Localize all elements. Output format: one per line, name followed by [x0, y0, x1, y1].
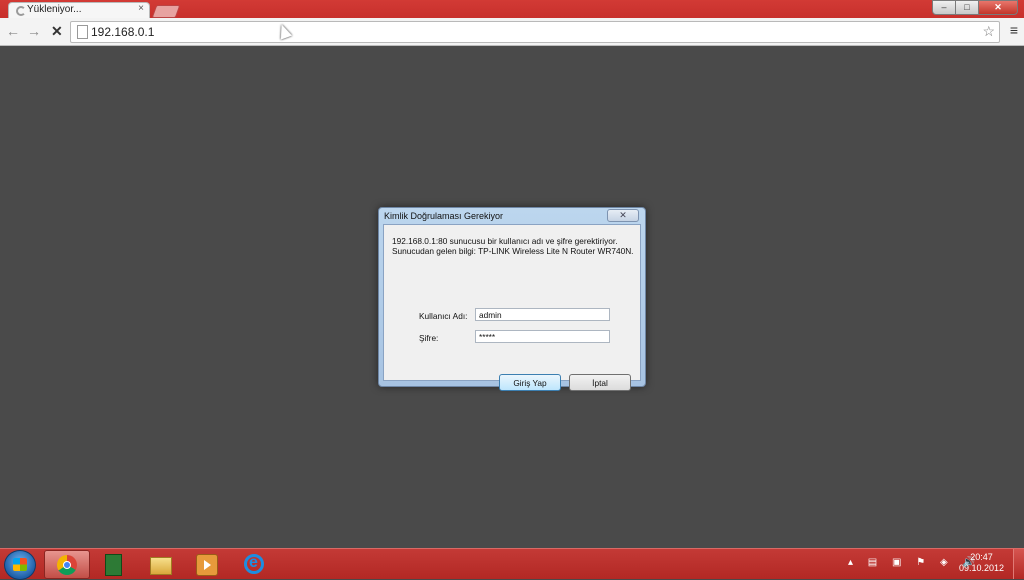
show-desktop-button[interactable]: [1013, 549, 1024, 579]
media-player-icon: [196, 554, 218, 576]
menu-icon[interactable]: ≡: [1010, 22, 1018, 38]
window-controls: – □ ✕: [932, 0, 1018, 15]
new-tab-button[interactable]: [151, 5, 181, 18]
dialog-body: 192.168.0.1:80 sunucusu bir kullanıcı ad…: [383, 224, 641, 391]
taskbar-calculator[interactable]: [91, 550, 135, 577]
chrome-icon: [57, 555, 77, 575]
clock[interactable]: 20:47 09.10.2012: [959, 552, 1004, 574]
password-label: Şifre:: [419, 333, 439, 343]
folder-icon: [150, 557, 172, 575]
back-arrow-icon[interactable]: ←: [6, 23, 20, 39]
browser-titlebar: Yükleniyor... × – □ ✕: [0, 0, 1024, 19]
windows-logo-icon: [13, 558, 27, 571]
dialog-title: Kimlik Doğrulaması Gerekiyor: [384, 211, 504, 221]
minimize-button[interactable]: –: [932, 0, 956, 15]
password-input[interactable]: *****: [475, 330, 610, 343]
clock-date: 09.10.2012: [958, 563, 1004, 573]
clock-time: 20:47: [970, 552, 993, 562]
login-button[interactable]: Giriş Yap: [499, 374, 561, 391]
browser-tab[interactable]: Yükleniyor... ×: [8, 2, 150, 19]
taskbar-media-player[interactable]: [184, 550, 228, 577]
tab-close-icon[interactable]: ×: [138, 3, 144, 14]
url-text[interactable]: 192.168.0.1: [91, 25, 154, 39]
tab-title: Yükleniyor...: [27, 4, 82, 15]
cancel-button[interactable]: İptal: [569, 374, 631, 391]
dialog-message: 192.168.0.1:80 sunucusu bir kullanıcı ad…: [392, 236, 634, 257]
internet-explorer-icon: [244, 554, 264, 574]
dialog-close-button[interactable]: ✕: [607, 209, 639, 222]
taskbar: ▴ ▤ ▣ ⚑ ◈ 🔊 20:47 09.10.2012: [0, 548, 1024, 580]
maximize-button[interactable]: □: [955, 0, 979, 15]
address-bar[interactable]: 192.168.0.1 ☆: [70, 21, 1000, 43]
page-icon: [77, 25, 88, 39]
taskbar-explorer[interactable]: [138, 550, 182, 577]
close-window-button[interactable]: ✕: [978, 0, 1018, 15]
bookmark-star-icon[interactable]: ☆: [982, 23, 995, 40]
loading-spinner-icon: [16, 6, 26, 16]
auth-dialog: Kimlik Doğrulaması Gerekiyor ✕ 192.168.0…: [378, 207, 646, 391]
start-button[interactable]: [4, 550, 36, 580]
browser-toolbar: ← → ✕ 192.168.0.1 ☆ ≡: [0, 18, 1024, 46]
forward-arrow-icon[interactable]: →: [27, 23, 41, 39]
username-input[interactable]: admin: [475, 308, 610, 321]
calculator-icon: [105, 554, 122, 576]
taskbar-internet-explorer[interactable]: [232, 550, 276, 577]
taskbar-chrome[interactable]: [44, 550, 90, 579]
stop-loading-icon[interactable]: ✕: [51, 23, 63, 40]
username-label: Kullanıcı Adı:: [419, 311, 468, 321]
